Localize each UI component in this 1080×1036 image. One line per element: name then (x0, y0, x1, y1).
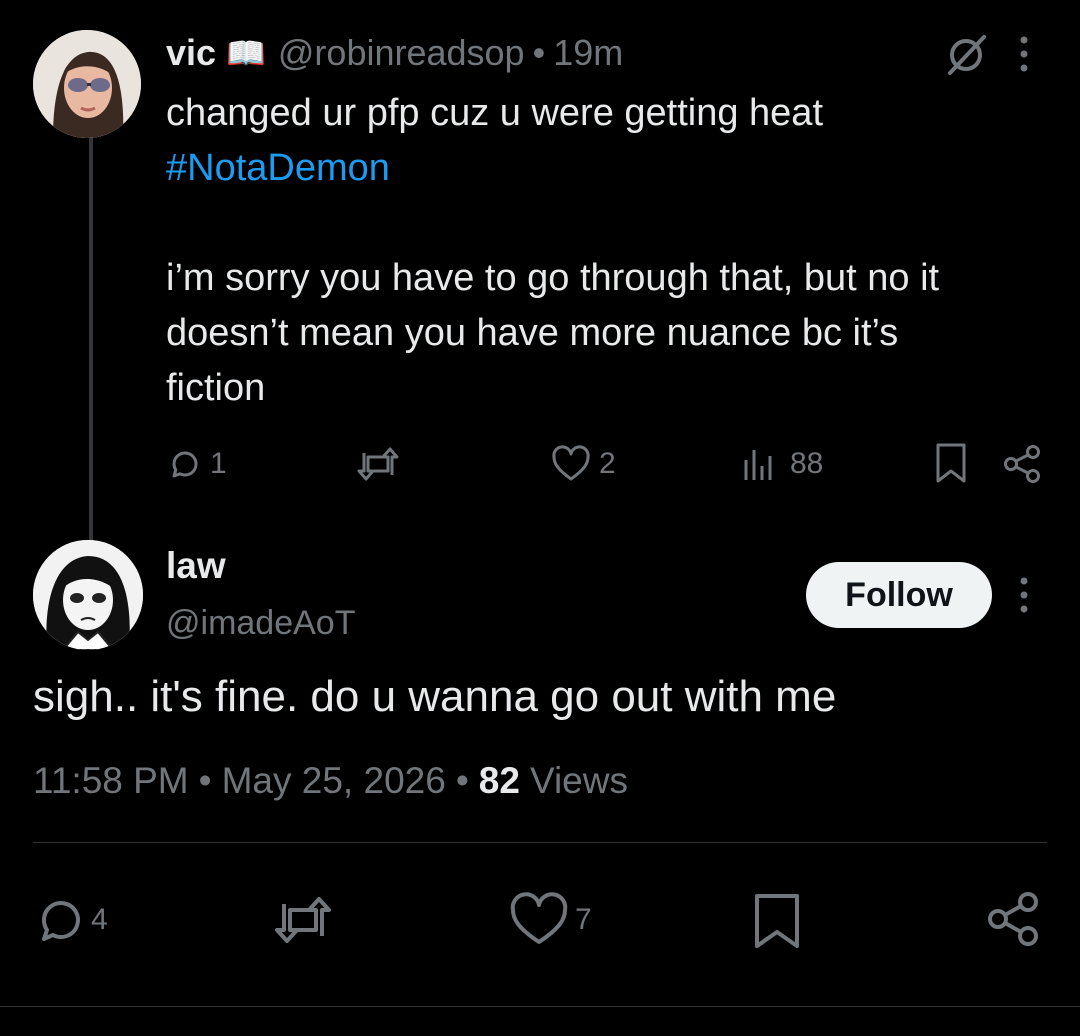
bookmark-icon[interactable] (934, 442, 968, 484)
like-icon (509, 892, 569, 948)
share-icon[interactable] (1001, 443, 1043, 485)
reply-count: 1 (210, 447, 227, 480)
thread-line (89, 130, 93, 540)
author-name[interactable]: law (166, 545, 226, 587)
bookmark-icon[interactable] (752, 892, 802, 950)
avatar[interactable] (33, 540, 143, 650)
reply-icon (166, 445, 204, 483)
separator: • (532, 32, 546, 73)
more-icon[interactable] (1012, 575, 1036, 615)
views-icon (742, 446, 778, 482)
reply-text: changed ur pfp cuz u were getting heat #… (166, 86, 939, 416)
reply-header: vic 📖 @robinreadsop • 19m (166, 30, 623, 76)
like-count: 2 (599, 447, 616, 480)
like-count: 7 (575, 903, 592, 936)
reply-count: 4 (91, 903, 108, 936)
retweet-icon (270, 892, 336, 948)
retweet-icon (354, 445, 402, 483)
separator: • (455, 760, 469, 801)
avatar[interactable] (33, 30, 141, 138)
text-line: doesn’t mean you have more nuance bc it’… (166, 312, 899, 354)
text-line: i’m sorry you have to go through that, b… (166, 257, 940, 299)
follow-button[interactable]: Follow (806, 562, 992, 628)
author-handle[interactable]: @imadeAoT (166, 604, 355, 643)
tweet-text: sigh.. it's fine. do u wanna go out with… (33, 672, 837, 721)
reply-icon (33, 892, 89, 948)
tweet-time[interactable]: 11:58 PM (33, 760, 189, 802)
more-icon[interactable] (1012, 34, 1036, 74)
text-line: fiction (166, 367, 266, 409)
tweet-meta: 11:58 PM • May 25, 2026 • 82 Views (33, 760, 628, 802)
reply-button[interactable]: 1 (166, 444, 227, 484)
tweet-date[interactable]: May 25, 2026 (222, 760, 446, 802)
retweet-button[interactable] (354, 444, 402, 484)
like-button[interactable]: 7 (509, 892, 592, 948)
timestamp[interactable]: 19m (553, 32, 623, 74)
like-icon (551, 445, 591, 483)
views-button[interactable]: 88 (742, 444, 823, 484)
book-emoji: 📖 (226, 35, 266, 71)
retweet-button[interactable] (270, 892, 336, 948)
views-count: 88 (790, 447, 824, 480)
share-icon[interactable] (984, 890, 1042, 948)
author-handle[interactable]: @robinreadsop (278, 32, 525, 74)
author-name[interactable]: vic (166, 32, 216, 74)
reply-button[interactable]: 4 (33, 892, 108, 948)
views-label: Views (529, 760, 628, 801)
text-line: changed ur pfp cuz u were getting heat (166, 92, 824, 134)
views-count: 82 (478, 760, 520, 801)
like-button[interactable]: 2 (551, 444, 616, 484)
hashtag-link[interactable]: #NotaDemon (166, 141, 939, 196)
separator: • (198, 760, 212, 801)
grok-icon[interactable] (944, 33, 988, 77)
divider (0, 1006, 1080, 1007)
divider (33, 842, 1047, 843)
